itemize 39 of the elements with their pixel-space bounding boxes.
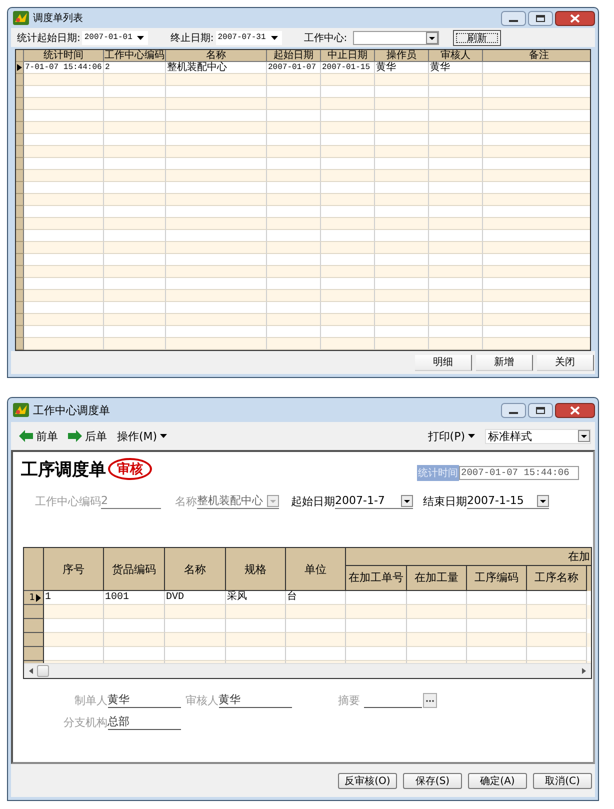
toolbar-button[interactable]: 新增 (476, 354, 533, 370)
input-field[interactable]: 总部 (108, 714, 181, 730)
dialog-button[interactable]: 确定(A) (468, 772, 527, 788)
field-label: 制单人 (74, 693, 108, 708)
row-header[interactable]: 1 (24, 591, 44, 605)
combo-box[interactable]: 2007-1-7 (335, 493, 413, 509)
row-number: 1 (29, 592, 35, 604)
filter-label: 统计起始日期: (17, 32, 80, 44)
previous-button[interactable]: 前单 (19, 428, 58, 444)
dialog-button[interactable]: 取消(C) (533, 772, 592, 788)
field-label: 名称 (175, 494, 197, 508)
approved-stamp: 审核 (108, 458, 152, 480)
date-picker[interactable]: 2007-01-01 (82, 30, 148, 44)
window-title: 调度单列表 (33, 12, 83, 25)
input-field[interactable]: 黄华 (108, 692, 181, 708)
field-label: 统计时间 (417, 465, 459, 481)
field-label: 起始日期 (291, 494, 335, 508)
window-title: 工作中心调度单 (33, 402, 110, 418)
field-label: 工作中心编码 (35, 494, 101, 509)
document-title: 工序调度单 (21, 458, 106, 480)
field-label: 分支机构 (64, 715, 108, 730)
print-menu[interactable]: 打印(P) (428, 428, 475, 444)
print-style-combo[interactable]: 标准样式 (485, 428, 591, 444)
dialog-button[interactable]: 反审核(O) (338, 772, 397, 788)
filter-label: 工作中心: (304, 32, 348, 44)
field-label: 摘要 (338, 693, 360, 708)
date-time-field[interactable]: 2007-01-07 15:44:06 (459, 466, 579, 480)
column-group-header: 在加 (568, 548, 590, 564)
field-label: 审核人 (186, 693, 219, 708)
input-field[interactable]: 黄华 (218, 692, 292, 708)
dialog-button[interactable]: 保存(S) (403, 772, 462, 788)
next-button[interactable]: 后单 (68, 428, 107, 444)
toolbar-button[interactable]: 关闭 (537, 354, 594, 370)
field-label: 结束日期 (423, 494, 467, 508)
toolbar-button[interactable]: 明细 (415, 354, 472, 370)
filter-label: 终止日期: (170, 32, 214, 44)
date-picker[interactable]: 2007-07-31 (216, 30, 282, 44)
combo-box[interactable]: 2007-1-15 (467, 493, 549, 509)
operation-menu[interactable]: 操作(M) (117, 428, 168, 444)
